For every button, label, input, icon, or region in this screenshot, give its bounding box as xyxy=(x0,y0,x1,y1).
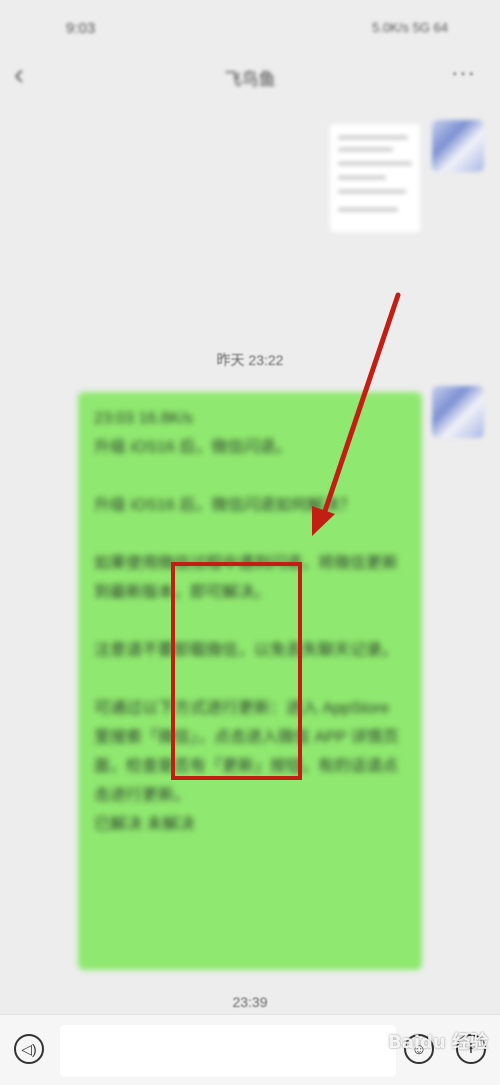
emoji-icon[interactable]: ☺ xyxy=(404,1034,434,1064)
annotation-arrow xyxy=(312,292,401,536)
message-input[interactable] xyxy=(60,1025,396,1077)
voice-icon[interactable]: ◁) xyxy=(14,1034,44,1064)
plus-icon[interactable]: + xyxy=(456,1034,486,1064)
input-bar: ◁) ☺ + xyxy=(0,1014,500,1085)
timestamp: 23:39 xyxy=(232,994,268,1010)
